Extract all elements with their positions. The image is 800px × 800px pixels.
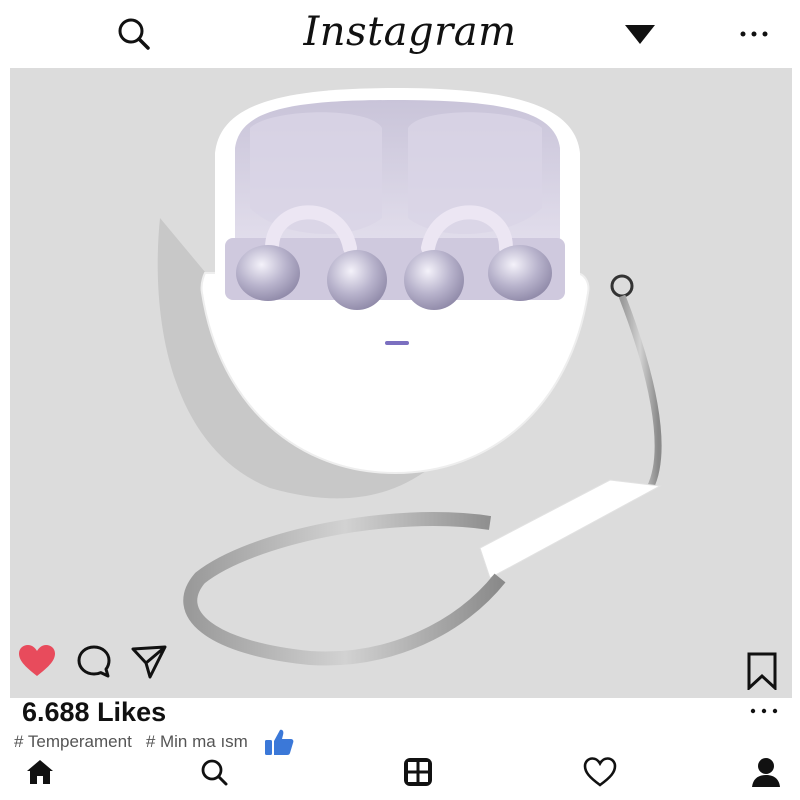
comment-icon[interactable] — [76, 644, 116, 680]
like-heart-icon[interactable] — [18, 644, 58, 680]
search-icon[interactable] — [114, 14, 154, 54]
search-icon[interactable] — [194, 754, 234, 790]
instagram-feed-screen: Instagram 6.688 Likes # Temperament # Mi… — [0, 0, 800, 800]
more-icon[interactable] — [734, 14, 774, 54]
hashtag-temperament[interactable]: # Temperament — [14, 732, 132, 752]
bookmark-icon[interactable] — [746, 652, 782, 692]
dropdown-triangle-icon[interactable] — [620, 14, 660, 54]
likes-count[interactable]: 6.688 Likes — [22, 696, 166, 728]
bottom-navigation — [0, 752, 800, 800]
hashtag-min-ma-ism[interactable]: # Min ma ısm — [146, 732, 248, 752]
home-icon[interactable] — [20, 754, 60, 790]
activity-heart-icon[interactable] — [580, 754, 620, 790]
share-icon[interactable] — [130, 644, 172, 680]
app-logo: Instagram — [303, 9, 517, 55]
add-post-icon[interactable] — [398, 754, 438, 790]
top-bar: Instagram — [0, 0, 800, 68]
post-photo[interactable] — [10, 68, 792, 698]
post-caption: # Temperament # Min ma ısm — [14, 729, 294, 755]
post-more-icon[interactable] — [748, 700, 780, 722]
profile-icon[interactable] — [746, 754, 786, 790]
